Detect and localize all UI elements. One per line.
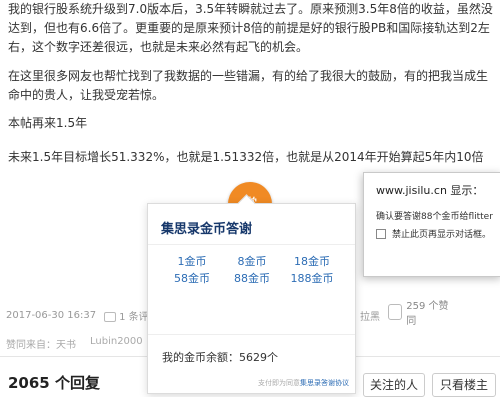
post-paragraph-1: 我的银行股系统升级到7.0版本后，3.5年转瞬就过去了。原来预测3.5年8倍的收… — [8, 2, 493, 54]
suppress-dialogs-option[interactable]: 禁止此页再显示对话框。 — [376, 227, 491, 240]
post-meta: 2017-06-30 16:37 1 条评论 — [6, 308, 159, 323]
footer-text: 支付即为同意 — [258, 379, 300, 387]
coin-option-8[interactable]: 8金币 — [222, 254, 282, 270]
post-paragraph-3: 本帖再来1.5年 — [8, 116, 88, 130]
reply-count: 2065 个回复 — [8, 374, 100, 392]
coin-option-58[interactable]: 58金币 — [162, 271, 222, 287]
browser-alert-dialog: www.jisilu.cn 显示： 确认要答谢88个金币给flitter 禁止此… — [363, 172, 500, 277]
coin-option-18[interactable]: 18金币 — [282, 254, 342, 270]
agreement-link[interactable]: 集思录答谢协议 — [300, 379, 349, 387]
thanks-label: 赞同来自：天书 — [6, 340, 76, 351]
popup-divider — [148, 334, 355, 335]
coin-options: 1金币 8金币 18金币 58金币 88金币 188金币 — [162, 254, 342, 287]
like-count: 259 个赞同 — [406, 301, 449, 327]
popup-title: 集思录金币答谢 — [161, 222, 253, 237]
comment-icon — [104, 312, 117, 322]
follow-people-button[interactable]: 关注的人 — [363, 373, 425, 397]
thanks-list: 赞同来自：天书 Lubin2000 — [6, 336, 143, 351]
thumbs-up-icon — [388, 304, 403, 320]
alert-title: www.jisilu.cn 显示： — [376, 184, 484, 197]
only-op-button[interactable]: 只看楼主 — [432, 373, 496, 397]
popup-footer: 支付即为同意集思录答谢协议 — [258, 378, 349, 388]
post-paragraph-4: 未来1.5年目标增长51.332%，也就是1.51332倍，也就是从2014年开… — [8, 150, 484, 164]
popup-divider — [148, 244, 355, 245]
suppress-label: 禁止此页再显示对话框。 — [392, 230, 492, 240]
coin-option-88[interactable]: 88金币 — [222, 271, 282, 287]
coin-thanks-popup: 集思录金币答谢 1金币 8金币 18金币 58金币 88金币 188金币 我的金… — [147, 194, 356, 394]
post-paragraph-2: 在这里很多网友也帮忙找到了我数据的一些错漏，有的给了我很大的鼓励，有的把我当成生… — [8, 69, 489, 102]
suppress-checkbox[interactable] — [376, 228, 386, 239]
block-link[interactable]: 拉黑 — [360, 308, 380, 323]
alert-message: 确认要答谢88个金币给flitter — [376, 212, 493, 222]
like-button[interactable]: 259 个赞同 — [388, 300, 452, 327]
coin-option-188[interactable]: 188金币 — [282, 271, 342, 287]
thanks-user[interactable]: Lubin2000 — [90, 336, 143, 351]
coin-balance: 我的金币余额：5629个 — [162, 351, 278, 364]
post-date: 2017-06-30 16:37 — [6, 310, 97, 321]
coin-option-1[interactable]: 1金币 — [162, 254, 222, 270]
